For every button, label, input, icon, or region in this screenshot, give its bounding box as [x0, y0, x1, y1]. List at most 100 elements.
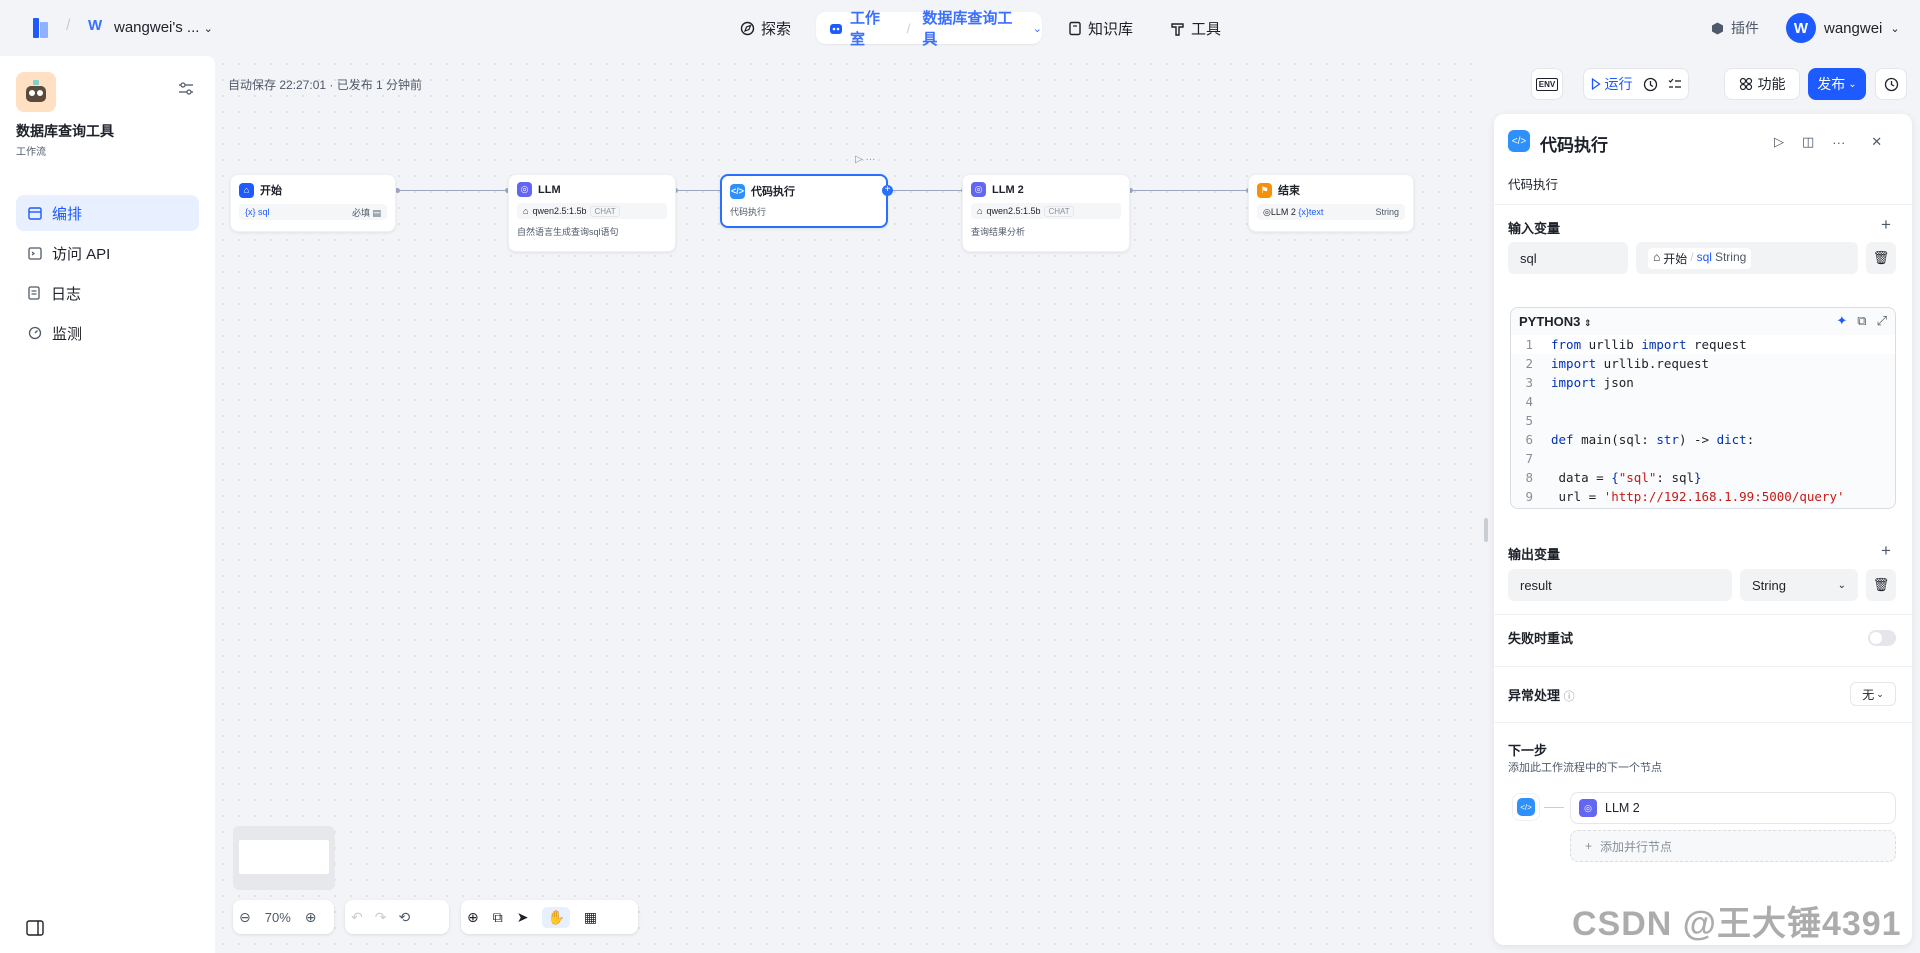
end-type: String — [1375, 207, 1399, 217]
menu-item-orchestrate[interactable]: 编排 — [16, 195, 199, 231]
end-source: LLM 2 — [1270, 206, 1296, 217]
close-icon[interactable]: ✕ — [1871, 134, 1882, 150]
menu-item-label: 日志 — [51, 285, 82, 303]
llm-icon: ◎ — [971, 182, 986, 197]
hand-icon[interactable]: ✋ — [542, 906, 570, 928]
flag-icon: ⚑ — [1257, 182, 1272, 198]
input-var-name[interactable]: sql — [1508, 242, 1628, 274]
pointer-icon[interactable]: ➤ — [517, 909, 529, 926]
more-icon[interactable]: ··· — [1832, 135, 1845, 150]
left-sidebar: 数据库查询工具 工作流 编排 访问 API 日志 监测 — [0, 56, 215, 953]
code-content[interactable]: 1 from urllib import request 2 import urll… — [1511, 334, 1895, 506]
delete-input-icon[interactable]: 🗑 — [1866, 242, 1896, 274]
copy-icon[interactable]: ⧉ — [1857, 313, 1866, 329]
nav-explore[interactable]: 探索 — [740, 18, 791, 39]
node-actions[interactable]: ▷ ··· — [855, 154, 875, 165]
menu-item-monitor[interactable]: 监测 — [16, 315, 199, 351]
canvas-tools-toolbar: ⊕ ⧉ ➤ ✋ ▦ — [461, 900, 638, 934]
split-view-icon[interactable]: ◫ — [1802, 134, 1814, 150]
workspace-name: wangwei's ... — [114, 19, 200, 36]
divider — [1494, 614, 1912, 615]
add-input-icon[interactable]: + — [1881, 215, 1891, 235]
user-menu[interactable]: Wwangwei ⌄ — [1786, 13, 1900, 43]
code-editor[interactable]: PYTHON3 ⇕ ✦ ⧉ ⤢ 1 from urllib import reques… — [1510, 307, 1896, 509]
run-button[interactable]: 运行 — [1591, 74, 1633, 94]
env-button[interactable]: ENV — [1531, 68, 1563, 100]
node-desc: 查询结果分析 — [971, 227, 1026, 237]
app-logo-icon[interactable] — [30, 16, 52, 40]
breadcrumb-app[interactable]: 数据库查询工具 — [922, 7, 1026, 49]
node-code[interactable]: </> 代码执行 代码执行 — [720, 174, 888, 228]
node-llm2[interactable]: ◎ LLM 2 ⌂ qwen2.5:1.5b CHAT 查询结果分析 — [962, 174, 1130, 252]
workspace-icon: W — [88, 17, 103, 34]
settings-sliders-icon[interactable] — [178, 82, 194, 99]
nav-studio[interactable]: 工作室 / 数据库查询工具 ⌄ — [816, 10, 1042, 48]
home-icon: ⌂ — [239, 182, 254, 198]
layout-grid-icon[interactable]: ▦ — [584, 909, 597, 926]
features-button[interactable]: 功能 — [1724, 68, 1800, 100]
divider — [1494, 666, 1912, 667]
panel-desc[interactable]: 代码执行 — [1508, 174, 1558, 193]
edge — [890, 190, 964, 191]
features-label: 功能 — [1757, 76, 1786, 92]
app-type: 工作流 — [16, 147, 46, 158]
error-handling-select[interactable]: 无 ⌄ — [1850, 682, 1896, 706]
resize-handle[interactable] — [1484, 518, 1488, 542]
workspace-switcher[interactable]: wangwei's ... ⌄ — [114, 19, 213, 36]
menu-item-api[interactable]: 访问 API — [16, 235, 199, 271]
sort-icon: ⇕ — [1584, 317, 1592, 328]
minimap[interactable] — [233, 826, 335, 890]
version-history-button[interactable] — [1875, 68, 1907, 100]
document-icon — [28, 286, 41, 300]
nav-knowledge[interactable]: 知识库 — [1068, 18, 1133, 39]
zoom-out-icon[interactable]: ⊖ — [239, 909, 251, 926]
add-note-icon[interactable]: ⧉ — [493, 909, 503, 926]
language-select[interactable]: PYTHON3 ⇕ — [1519, 314, 1592, 329]
add-output-icon[interactable]: + — [1881, 541, 1891, 561]
code-line: 5 — [1525, 413, 1533, 428]
zoom-level[interactable]: 70% — [265, 910, 291, 925]
retry-toggle[interactable] — [1868, 630, 1896, 646]
sidebar-collapse-icon[interactable] — [26, 920, 44, 939]
menu-item-logs[interactable]: 日志 — [16, 275, 199, 311]
node-title: 开始 — [260, 185, 282, 197]
next-step-title: 下一步 — [1508, 743, 1548, 758]
play-icon[interactable]: ▷ — [1774, 134, 1784, 150]
next-node-item[interactable]: ◎ LLM 2 — [1570, 792, 1896, 824]
add-parallel-node-button[interactable]: + 添加并行节点 — [1570, 830, 1896, 862]
undo-icon[interactable]: ↶ — [351, 909, 363, 926]
output-type-select[interactable]: String ⌄ — [1740, 569, 1858, 601]
panel-title[interactable]: 代码执行 — [1540, 131, 1608, 156]
add-next-node-icon[interactable]: + — [882, 185, 893, 196]
expand-icon[interactable]: ⤢ — [1877, 313, 1887, 329]
model-name: qwen2.5:1.5b — [986, 206, 1041, 216]
nav-explore-label: 探索 — [761, 21, 792, 38]
edge — [398, 190, 508, 191]
input-var-source[interactable]: ⌂ 开始 / sql String — [1636, 242, 1858, 274]
node-end[interactable]: ⚑ 结束 ◎LLM 2 {x}text String — [1248, 174, 1414, 232]
chevron-down-icon: ⌄ — [1837, 579, 1846, 591]
delete-output-icon[interactable]: 🗑 — [1866, 569, 1896, 601]
nav-tools[interactable]: 工具 — [1170, 18, 1221, 39]
connector-line — [1544, 807, 1564, 808]
redo-icon[interactable]: ↷ — [375, 909, 387, 926]
more-icon[interactable]: ··· — [865, 154, 875, 165]
publish-button[interactable]: 发布 ⌄ — [1808, 68, 1866, 100]
play-icon[interactable]: ▷ — [855, 154, 863, 165]
code-icon: </> — [730, 183, 745, 199]
ai-sparkle-icon[interactable]: ✦ — [1836, 313, 1847, 329]
model-tag: CHAT — [1044, 205, 1074, 217]
node-title: LLM — [538, 183, 561, 196]
add-node-icon[interactable]: ⊕ — [467, 909, 479, 926]
node-llm[interactable]: ◎ LLM ⌂ qwen2.5:1.5b CHAT 自然语言生成查询sql语句 — [508, 174, 676, 252]
menu-item-label: 编排 — [52, 205, 83, 223]
username: wangwei — [1824, 19, 1883, 37]
node-start[interactable]: ⌂ 开始 {x} sql 必填 ▤ — [230, 174, 396, 232]
history-run-icon[interactable] — [1643, 77, 1658, 92]
history-icon[interactable]: ⟲ — [398, 909, 410, 926]
checklist-icon[interactable] — [1668, 78, 1682, 91]
model-name: qwen2.5:1.5b — [532, 206, 587, 216]
nav-plugins[interactable]: 插件 — [1710, 18, 1759, 38]
output-var-name[interactable]: result — [1508, 569, 1732, 601]
zoom-in-icon[interactable]: ⊕ — [305, 909, 317, 926]
